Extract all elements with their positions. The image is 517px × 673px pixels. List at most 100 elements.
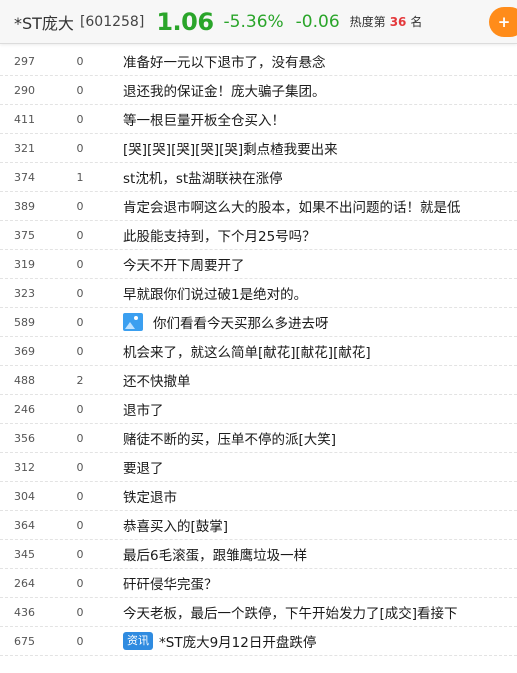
post-row: 290 0 退还我的保证金！庞大骗子集团。: [0, 76, 517, 105]
news-badge: 资讯: [123, 632, 153, 650]
read-count: 304: [14, 489, 35, 503]
stock-name: *ST庞大: [14, 13, 74, 33]
post-title-text: 要退了: [123, 461, 164, 477]
read-count: 345: [14, 547, 35, 561]
post-title-text: 今天不开下周要开了: [123, 258, 245, 274]
post-row: 321 0 [哭][哭][哭][哭][哭]剩点楂我要出来: [0, 134, 517, 163]
post-title-text: 退还我的保证金！庞大骗子集团。: [123, 84, 326, 100]
read-count: 374: [14, 170, 35, 184]
post-title-link[interactable]: 矸矸侵华完蛋？: [123, 573, 515, 593]
post-row: 264 0 矸矸侵华完蛋？: [0, 569, 517, 598]
reply-count: 0: [76, 605, 84, 619]
image-icon: [123, 313, 143, 331]
post-title-link[interactable]: 铁定退市: [123, 486, 515, 506]
reply-count: 0: [76, 460, 84, 474]
post-row: 364 0 恭喜买入的[鼓掌]: [0, 511, 517, 540]
post-title-link[interactable]: st沈机，st盐湖联袂在涨停: [123, 167, 515, 187]
post-title-link[interactable]: 还不快撤单: [123, 370, 515, 390]
reply-count: 0: [76, 83, 84, 97]
reply-count: 0: [76, 112, 84, 126]
read-count: 264: [14, 576, 35, 590]
post-row: 345 0 最后6毛滚蛋，跟雏鹰垃圾一样: [0, 540, 517, 569]
post-title-link[interactable]: 准备好一元以下退市了，没有悬念: [123, 51, 515, 71]
post-row: 319 0 今天不开下周要开了: [0, 250, 517, 279]
post-title-text: 矸矸侵华完蛋？: [123, 577, 218, 593]
reply-count: 0: [76, 344, 84, 358]
post-title-text: 铁定退市: [123, 490, 177, 506]
post-list: 297 0 准备好一元以下退市了，没有悬念 290 0 退还我的保证金！庞大骗子集团。 41…: [0, 47, 517, 656]
read-count: 375: [14, 228, 35, 242]
stock-price: 1.06: [156, 7, 214, 36]
read-count: 436: [14, 605, 35, 619]
post-title-text: 早就跟你们说过破1是绝对的。: [123, 287, 308, 303]
post-row: 246 0 退市了: [0, 395, 517, 424]
post-title-text: 恭喜买入的[鼓掌]: [123, 519, 229, 535]
post-title-text: 最后6毛滚蛋，跟雏鹰垃圾一样: [123, 548, 308, 564]
reply-count: 0: [76, 54, 84, 68]
read-count: 297: [14, 54, 35, 68]
post-title-link[interactable]: 此股能支持到，下个月25号吗？: [123, 225, 515, 245]
reply-count: 0: [76, 286, 84, 300]
reply-count: 0: [76, 228, 84, 242]
plus-icon: +: [497, 13, 511, 31]
read-count: 319: [14, 257, 35, 271]
post-row: 369 0 机会来了，就这么简单[献花][献花][献花]: [0, 337, 517, 366]
read-count: 323: [14, 286, 35, 300]
post-title-link[interactable]: 退市了: [123, 399, 515, 419]
read-count: 246: [14, 402, 35, 416]
post-row: 374 1 st沈机，st盐湖联袂在涨停: [0, 163, 517, 192]
read-count: 312: [14, 460, 35, 474]
reply-count: 0: [76, 576, 84, 590]
post-row: 436 0 今天老板，最后一个跌停，下午开始发力了[成交]看接下: [0, 598, 517, 627]
change-percent: -5.36%: [223, 11, 284, 32]
post-title-link[interactable]: 你们看看今天买那么多进去呀: [123, 312, 515, 332]
reply-count: 0: [76, 199, 84, 213]
post-title-link[interactable]: 今天不开下周要开了: [123, 254, 515, 274]
post-title-link[interactable]: 今天老板，最后一个跌停，下午开始发力了[成交]看接下: [123, 602, 515, 622]
post-row: 675 0 资讯 *ST庞大9月12日开盘跌停: [0, 627, 517, 656]
post-title-link[interactable]: 退还我的保证金！庞大骗子集团。: [123, 80, 515, 100]
post-title-link[interactable]: 赌徒不断的买，压单不停的派[大笑]: [123, 428, 515, 448]
post-title-link[interactable]: [哭][哭][哭][哭][哭]剩点楂我要出来: [123, 138, 515, 158]
post-row: 323 0 早就跟你们说过破1是绝对的。: [0, 279, 517, 308]
post-title-text: st沈机，st盐湖联袂在涨停: [123, 171, 283, 187]
read-count: 364: [14, 518, 35, 532]
post-row: 411 0 等一根巨量开板全仓买入！: [0, 105, 517, 134]
heat-unit: 名: [410, 15, 423, 29]
read-count: 369: [14, 344, 35, 358]
read-count: 389: [14, 199, 35, 213]
post-title-link[interactable]: 早就跟你们说过破1是绝对的。: [123, 283, 515, 303]
post-title-link[interactable]: 要退了: [123, 457, 515, 477]
add-favorite-button[interactable]: +: [489, 7, 517, 37]
stock-header: *ST庞大 [601258] 1.06 -5.36% -0.06 热度第 36 …: [0, 0, 517, 44]
post-row: 304 0 铁定退市: [0, 482, 517, 511]
post-title-link[interactable]: 恭喜买入的[鼓掌]: [123, 515, 515, 535]
post-title-text: 你们看看今天买那么多进去呀: [153, 316, 329, 332]
post-row: 488 2 还不快撤单: [0, 366, 517, 395]
read-count: 411: [14, 112, 35, 126]
heat-rank: 36: [389, 14, 407, 29]
post-row: 375 0 此股能支持到，下个月25号吗？: [0, 221, 517, 250]
heat-label: 热度第: [349, 15, 386, 29]
reply-count: 0: [76, 518, 84, 532]
post-title-text: 此股能支持到，下个月25号吗？: [123, 229, 316, 245]
post-title-link[interactable]: 最后6毛滚蛋，跟雏鹰垃圾一样: [123, 544, 515, 564]
reply-count: 0: [76, 257, 84, 271]
reply-count: 0: [76, 431, 84, 445]
post-title-text: 肯定会退市啊这么大的股本，如果不出问题的话！就是低: [123, 200, 461, 216]
post-row: 389 0 肯定会退市啊这么大的股本，如果不出问题的话！就是低: [0, 192, 517, 221]
post-row: 356 0 赌徒不断的买，压单不停的派[大笑]: [0, 424, 517, 453]
post-title-text: *ST庞大9月12日开盘跌停: [159, 635, 317, 651]
post-title-link[interactable]: 机会来了，就这么简单[献花][献花][献花]: [123, 341, 515, 361]
reply-count: 0: [76, 634, 84, 648]
read-count: 589: [14, 315, 35, 329]
reply-count: 0: [76, 141, 84, 155]
post-title-text: 等一根巨量开板全仓买入！: [123, 113, 285, 129]
post-title-link[interactable]: 肯定会退市啊这么大的股本，如果不出问题的话！就是低: [123, 196, 515, 216]
post-row: 589 0 你们看看今天买那么多进去呀: [0, 308, 517, 337]
post-title-text: [哭][哭][哭][哭][哭]剩点楂我要出来: [123, 142, 338, 158]
post-title-link[interactable]: 等一根巨量开板全仓买入！: [123, 109, 515, 129]
post-title-link[interactable]: 资讯 *ST庞大9月12日开盘跌停: [123, 631, 515, 651]
read-count: 488: [14, 373, 35, 387]
reply-count: 0: [76, 547, 84, 561]
